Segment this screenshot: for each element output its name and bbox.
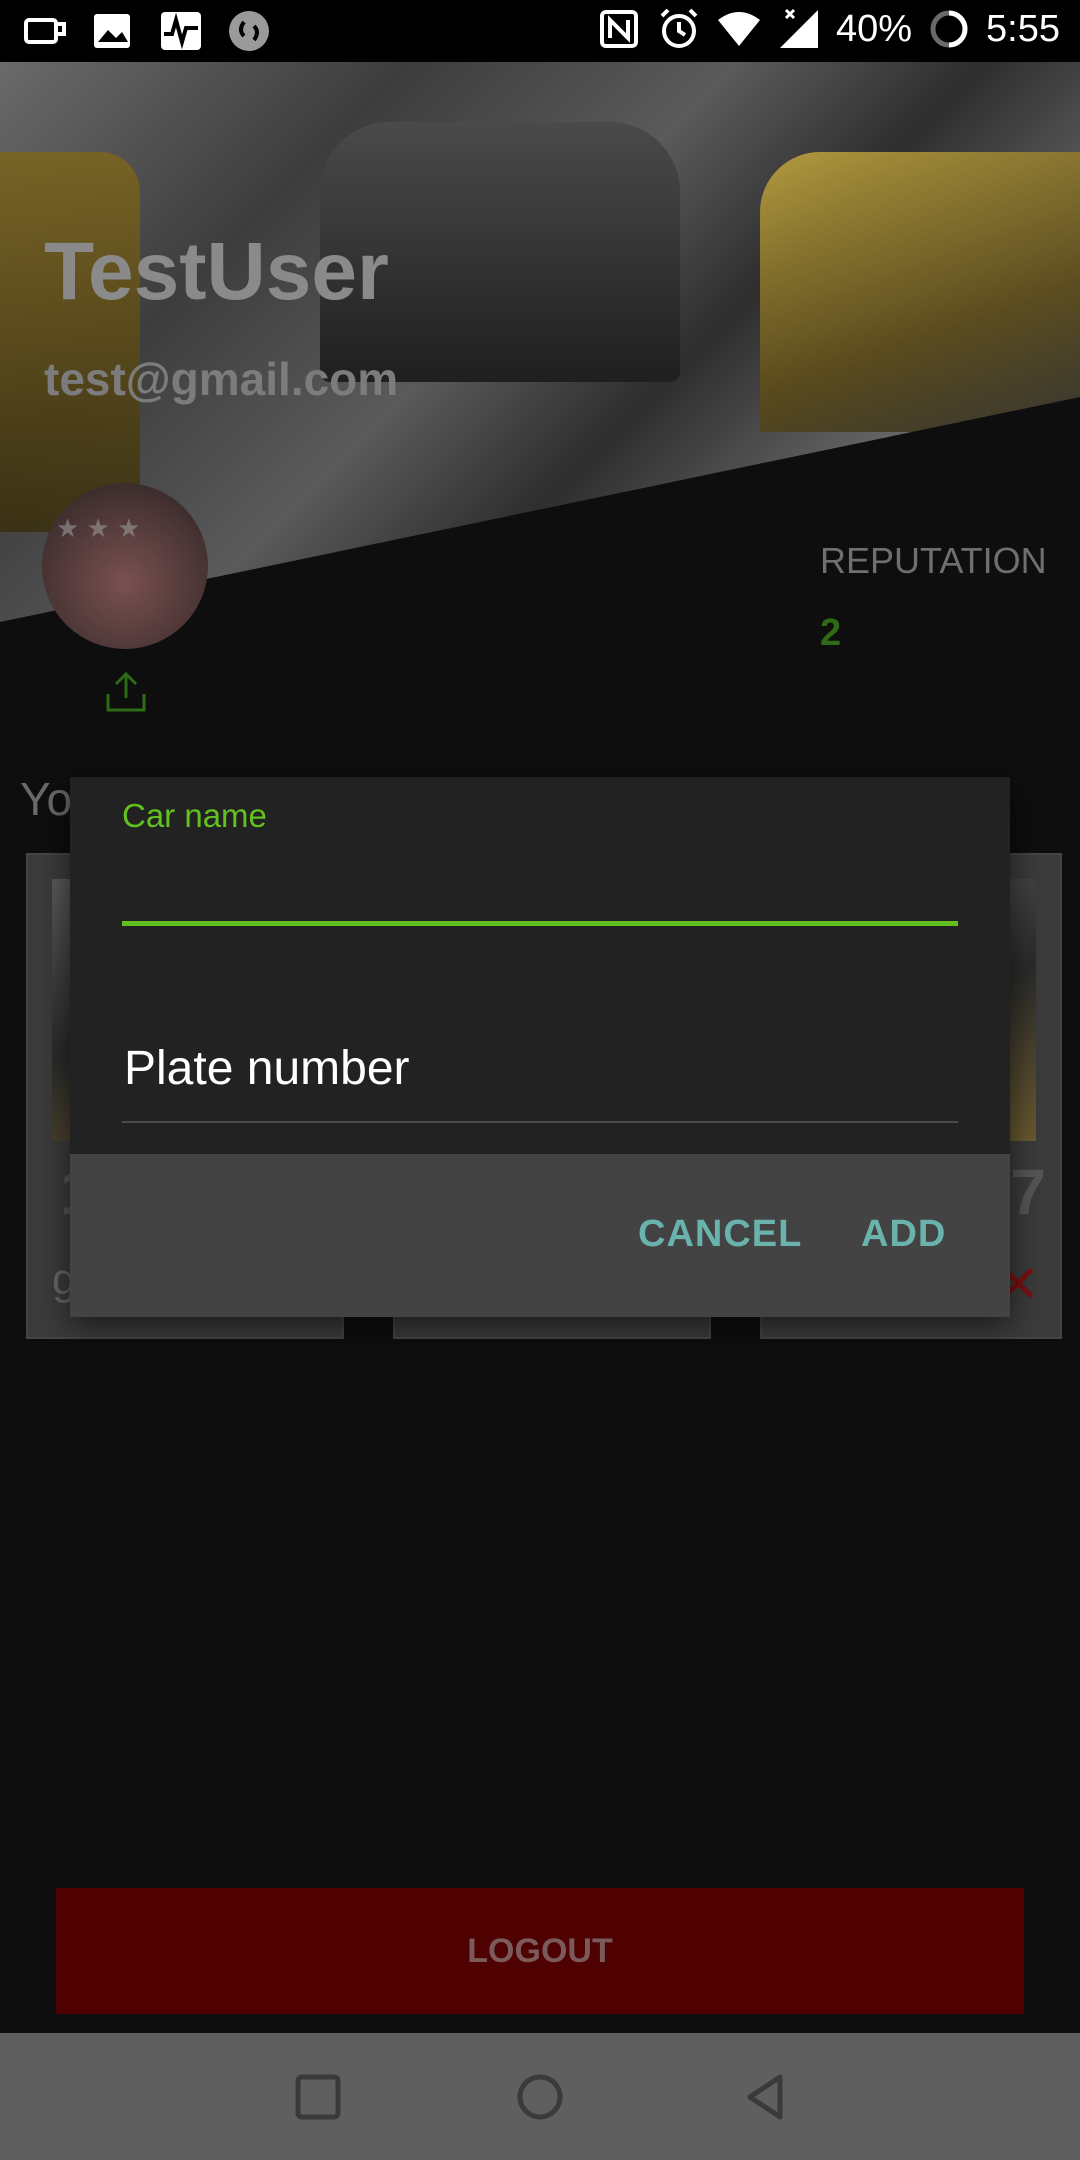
cars-section-title: Yo <box>20 773 73 825</box>
battery-icon <box>930 10 968 48</box>
alarm-icon <box>660 8 698 48</box>
header-taxi-left <box>0 152 140 532</box>
wifi-icon <box>717 12 760 46</box>
avatar[interactable] <box>42 483 208 649</box>
add-button[interactable]: ADD <box>855 1212 952 1257</box>
recent-apps-icon[interactable] <box>288 2067 348 2127</box>
status-bar: 40% 5:55 <box>0 0 1080 62</box>
header-taxi-right <box>760 152 1080 432</box>
notification-pulse-icon <box>161 12 201 50</box>
plate-number-underline <box>122 1121 958 1123</box>
upload-icon[interactable] <box>104 670 148 714</box>
notification-image-icon <box>94 14 130 48</box>
navigation-bar <box>0 2033 1080 2160</box>
car-name-underline <box>122 921 958 926</box>
plate-number-field[interactable] <box>122 1017 962 1137</box>
shazam-icon <box>229 11 269 51</box>
reputation-label: REPUTATION <box>820 540 1047 581</box>
battery-percent: 40% <box>835 7 913 50</box>
add-car-dialog: Car name CANCEL ADD <box>70 777 1010 1317</box>
reputation-value: 2 <box>820 612 842 654</box>
back-icon[interactable] <box>736 2067 796 2127</box>
logout-button[interactable]: LOGOUT <box>56 1888 1024 2014</box>
home-icon[interactable] <box>510 2067 570 2127</box>
car-name-input[interactable] <box>122 847 962 929</box>
nfc-icon <box>599 10 638 48</box>
clock: 5:55 <box>986 7 1060 50</box>
dialog-actions: CANCEL ADD <box>70 1154 1010 1317</box>
car-name-label: Car name <box>122 797 267 834</box>
car-card-number: 7 <box>1010 1156 1046 1228</box>
notification-cup-icon <box>24 18 66 44</box>
cancel-button[interactable]: CANCEL <box>632 1212 808 1257</box>
profile-email: test@gmail.com <box>44 353 399 405</box>
profile-username: TestUser <box>44 226 389 317</box>
car-name-field[interactable]: Car name <box>122 777 962 947</box>
plate-number-input[interactable] <box>122 1017 962 1119</box>
cell-signal-icon <box>779 8 818 48</box>
